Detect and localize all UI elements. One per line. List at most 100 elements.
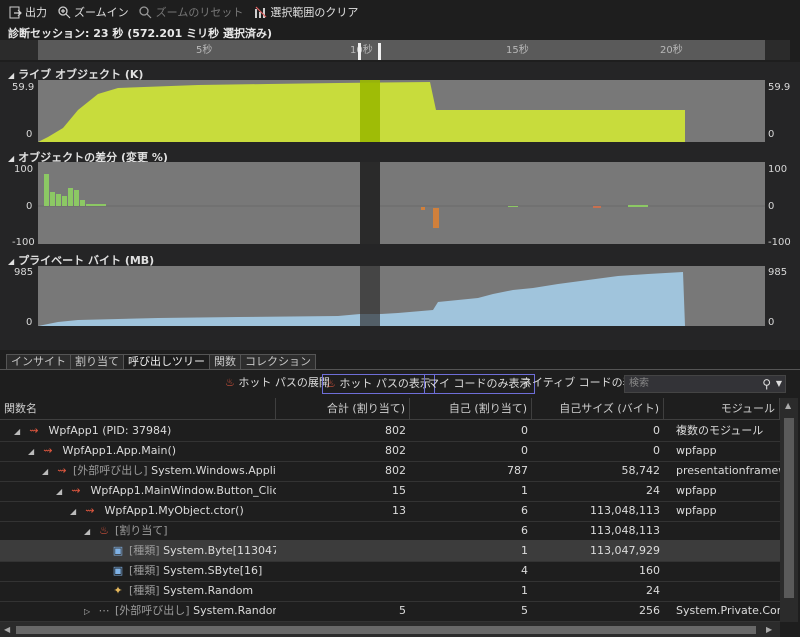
diff-bar [74,190,79,206]
cell-function-name: ▣ [種類] System.Byte[113047905] [0,540,276,562]
cell-total: 13 [392,504,406,517]
tab-collections[interactable]: コレクション [240,354,316,370]
zoom-reset-icon [139,5,153,19]
toolbar: 出力 ズームイン ズームのリセット 選択範囲のクリア [0,0,800,24]
column-header-module[interactable]: モジュール [664,398,780,420]
object-diff-ymax-left: 100 [14,164,34,175]
function-prefix: [種類] [129,564,160,577]
clear-selection-button[interactable]: 選択範囲のクリア [253,4,358,20]
diff-bar-small [628,205,648,207]
collapse-triangle-icon: ◢ [8,154,15,163]
table-row[interactable]: ▷ ⋯ [外部呼び出し] System.Random.Next(i... 5 5 256 S… [0,600,780,622]
private-bytes-ymin-right: 0 [768,317,775,328]
private-bytes-ymax-left: 985 [14,267,34,278]
table-header: 関数名 合計 (割り当て) 自己 (割り当て) 自己サイズ (バイト) モジュー… [0,398,780,420]
table-row[interactable]: ◢ ⇝ WpfApp1.App.Main() 802 0 0 wpfapp [0,440,780,462]
live-objects-chart[interactable] [38,80,765,142]
table-row[interactable]: ◢ ⇝ [外部呼び出し] System.Windows.Applicati... 80… [0,460,780,482]
column-header-total[interactable]: 合計 (割り当て) [276,398,410,420]
tick-label-5s: 5秒 [196,45,213,56]
export-icon [8,5,22,19]
cell-module: System.Private.CoreLi [676,604,780,617]
object-diff-ymax-right: 100 [768,164,788,175]
zoom-reset-button[interactable]: ズームのリセット [139,4,243,20]
column-header-name[interactable]: 関数名 [0,398,276,420]
scroll-right-icon[interactable]: ▶ [766,625,772,634]
cell-self: 0 [521,424,528,437]
view-tabs: インサイト 割り当て 呼び出しツリー 関数 コレクション [6,354,316,370]
expander-icon[interactable]: ◢ [42,461,50,482]
cell-self-size: 24 [646,584,660,597]
table-row[interactable]: ◢ ♨ [割り当て] 6 113,048,113 [0,520,780,542]
column-header-self-size[interactable]: 自己サイズ (バイト) [532,398,664,420]
cell-total: 802 [385,464,406,477]
cell-self-size: 160 [639,564,660,577]
object-diff-chart[interactable] [38,162,765,244]
cell-self-size: 24 [646,484,660,497]
search-dropdown-icon[interactable]: ▼ [776,376,782,392]
table-row[interactable]: ◢ ⇝ WpfApp1.MainWindow.Button_Click(o... 1… [0,480,780,502]
horizontal-scrollbar[interactable]: ◀ ▶ [0,622,780,637]
search-input[interactable]: 検索 ⚲ ▼ [624,375,786,393]
cell-self: 1 [521,484,528,497]
vertical-scrollbar[interactable]: ▲ [780,398,798,622]
hot-path-icon: ⇝ [57,464,67,477]
cell-total [276,540,410,562]
selection-end-handle[interactable] [378,43,381,60]
tab-call-tree[interactable]: 呼び出しツリー [123,354,210,370]
vertical-scroll-thumb[interactable] [784,418,794,598]
cell-self-size: 0 [653,444,660,457]
tab-insights[interactable]: インサイト [6,354,71,370]
table-row[interactable]: ▣ [種類] System.Byte[113047905] 1 113,047,929 [0,540,780,562]
tab-allocations[interactable]: 割り当て [70,354,124,370]
tab-functions[interactable]: 関数 [209,354,241,370]
cell-self: 1 [521,544,528,557]
scroll-left-icon[interactable]: ◀ [4,625,10,634]
private-bytes-chart[interactable] [38,266,765,326]
collapse-triangle-icon: ◢ [8,71,15,80]
cell-total: 5 [399,604,406,617]
expander-icon[interactable]: ▷ [84,601,92,622]
horizontal-scroll-thumb[interactable] [16,626,756,634]
private-bytes-ymax-right: 985 [768,267,788,278]
expander-icon[interactable]: ◢ [28,441,36,462]
zoom-in-label: ズームイン [74,6,129,19]
cell-module: wpfapp [676,444,717,457]
table-row[interactable]: ◢ ⇝ WpfApp1 (PID: 37984) 802 0 0 複数のモジュール [0,420,780,442]
show-hot-path-toggle[interactable]: ♨ ホット パスの表示 [322,374,435,394]
search-icon[interactable]: ⚲ [762,376,771,392]
function-name: System.SByte[16] [163,564,263,577]
type-icon: ▣ [112,564,124,577]
function-prefix: [外部呼び出し] [115,604,190,617]
export-label: 出力 [25,6,47,19]
diff-bar-negative [421,207,425,210]
table-row[interactable]: ▣ [種類] System.SByte[16] 4 160 [0,560,780,582]
cell-module [664,580,780,602]
column-header-self[interactable]: 自己 (割り当て) [410,398,532,420]
cell-module: presentationframewor [676,464,780,477]
cell-self: 4 [521,564,528,577]
cell-module [664,560,780,582]
expand-hot-path-button[interactable]: ♨ ホット パスの展開 [222,374,333,394]
function-name: System.Random [163,584,254,597]
cell-self: 1 [521,584,528,597]
selection-start-handle[interactable] [358,43,361,60]
export-button[interactable]: 出力 [8,4,47,20]
cell-total: 802 [385,424,406,437]
time-ruler-track[interactable]: 5秒 10秒 15秒 20秒 [38,40,765,60]
expander-icon[interactable]: ◢ [14,421,22,442]
time-ruler[interactable]: 5秒 10秒 15秒 20秒 [0,40,790,60]
hot-path-icon: ⇝ [85,504,95,517]
cell-self-size: 113,047,929 [590,544,660,557]
expander-icon[interactable]: ◢ [70,501,78,522]
hot-path-icon: ⇝ [29,424,39,437]
table-row[interactable]: ✦ [種類] System.Random 1 24 [0,580,780,602]
cell-function-name: ◢ ⇝ WpfApp1.App.Main() [0,440,276,462]
scroll-up-icon[interactable]: ▲ [785,401,791,410]
expander-icon[interactable]: ◢ [84,521,92,542]
expander-icon[interactable]: ◢ [56,481,64,502]
zoom-in-button[interactable]: ズームイン [57,4,129,20]
diff-bar-negative [433,208,439,228]
table-row[interactable]: ◢ ⇝ WpfApp1.MyObject.ctor() 13 6 113,048,113… [0,500,780,522]
cell-module [664,520,780,542]
